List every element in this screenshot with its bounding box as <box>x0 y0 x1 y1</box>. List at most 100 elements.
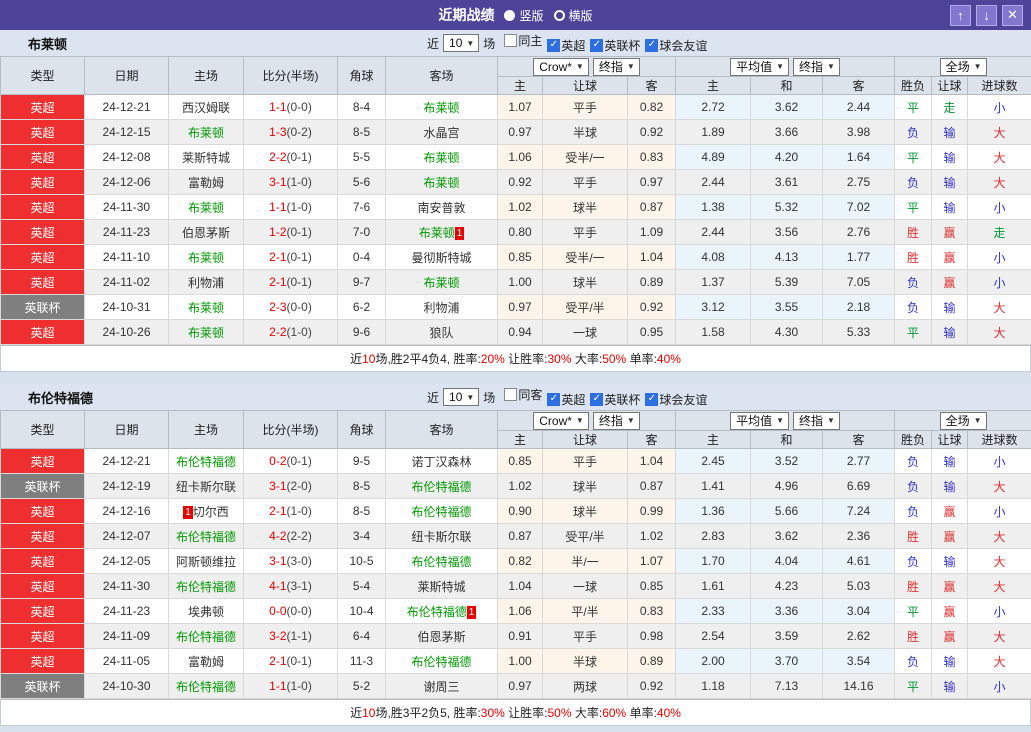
team-name[interactable]: 布伦特福德 <box>411 480 471 494</box>
team-name[interactable]: 布伦特福德 <box>407 605 467 619</box>
match-count-select[interactable]: 10 ▼ <box>443 34 480 52</box>
team-name[interactable]: 阿斯顿维拉 <box>176 555 236 569</box>
match-row[interactable]: 英超 24-11-23 伯恩茅斯 1-2(0-1) 7-0 布莱顿 1 0.80 … <box>0 219 1031 245</box>
match-row[interactable]: 英超 24-10-26 布莱顿 2-2(1-0) 9-6 狼队 0.94 一球 … <box>0 319 1031 345</box>
team-name[interactable]: 布莱顿 <box>423 276 459 290</box>
filter-checkbox-3[interactable]: ✓ 球会友谊 <box>645 391 707 408</box>
team-name[interactable]: 富勒姆 <box>188 176 224 190</box>
average-select[interactable]: 平均值 ▼ <box>730 57 789 76</box>
team-name[interactable]: 布莱顿 <box>419 226 455 240</box>
team-name[interactable]: 利物浦 <box>423 301 459 315</box>
team-name[interactable]: 利物浦 <box>188 276 224 290</box>
home-team[interactable]: 布伦特福德 <box>168 573 244 599</box>
home-team[interactable]: 西汉姆联 <box>168 94 244 120</box>
team-name[interactable]: 布伦特福德 <box>176 580 236 594</box>
home-team[interactable]: 1 切尔西 <box>168 498 244 524</box>
home-team[interactable]: 布莱顿 <box>168 119 244 145</box>
team-name[interactable]: 曼彻斯特城 <box>411 251 471 265</box>
team-name[interactable]: 埃弗顿 <box>188 605 224 619</box>
away-team[interactable]: 布莱顿 <box>385 169 498 195</box>
checkbox-checked-icon[interactable]: ✓ <box>645 392 659 406</box>
home-team[interactable]: 富勒姆 <box>168 169 244 195</box>
away-team[interactable]: 莱斯特城 <box>385 573 498 599</box>
team-name[interactable]: 纽卡斯尔联 <box>176 480 236 494</box>
team-name[interactable]: 布伦特福德 <box>176 455 236 469</box>
team-name[interactable]: 狼队 <box>429 326 453 340</box>
match-row[interactable]: 英超 24-12-05 阿斯顿维拉 3-1(3-0) 10-5 布伦特福德 0.… <box>0 548 1031 574</box>
match-row[interactable]: 英超 24-12-16 1 切尔西 2-1(1-0) 8-5 布伦特福德 0.90… <box>0 498 1031 524</box>
checkbox-checked-icon[interactable]: ✓ <box>547 392 561 406</box>
team-name[interactable]: 布伦特福德 <box>176 530 236 544</box>
filter-checkbox-0[interactable]: 同客 <box>504 386 542 403</box>
filter-checkbox-1[interactable]: ✓ 英超 <box>547 37 585 54</box>
odds-stage-select[interactable]: 终指 ▼ <box>592 411 640 430</box>
away-team[interactable]: 布莱顿 <box>385 269 498 295</box>
move-down-button[interactable]: ↓ <box>976 4 997 26</box>
away-team[interactable]: 南安普敦 <box>385 194 498 220</box>
home-team[interactable]: 富勒姆 <box>168 648 244 674</box>
team-name[interactable]: 伯恩茅斯 <box>417 630 465 644</box>
match-row[interactable]: 英超 24-11-02 利物浦 2-1(0-1) 9-7 布莱顿 1.00 球半… <box>0 269 1031 295</box>
home-team[interactable]: 布莱顿 <box>168 194 244 220</box>
team-name[interactable]: 布莱顿 <box>423 151 459 165</box>
bookmaker-select[interactable]: Crow* ▼ <box>533 411 589 430</box>
team-name[interactable]: 西汉姆联 <box>182 101 230 115</box>
match-row[interactable]: 英超 24-12-06 富勒姆 3-1(1-0) 5-6 布莱顿 0.92 平手… <box>0 169 1031 195</box>
home-team[interactable]: 布伦特福德 <box>168 523 244 549</box>
team-name[interactable]: 布莱顿 <box>188 126 224 140</box>
home-team[interactable]: 伯恩茅斯 <box>168 219 244 245</box>
team-name[interactable]: 诺丁汉森林 <box>411 455 471 469</box>
team-name[interactable]: 南安普敦 <box>417 201 465 215</box>
team-name[interactable]: 伯恩茅斯 <box>182 226 230 240</box>
odds-stage-select[interactable]: 终指 ▼ <box>592 57 640 76</box>
match-row[interactable]: 英超 24-12-15 布莱顿 1-3(0-2) 8-5 水晶宫 0.97 半球… <box>0 119 1031 145</box>
home-team[interactable]: 布伦特福德 <box>168 448 244 474</box>
team-name[interactable]: 布伦特福德 <box>411 505 471 519</box>
close-button[interactable]: ✕ <box>1002 4 1023 26</box>
home-team[interactable]: 布伦特福德 <box>168 623 244 649</box>
match-row[interactable]: 英超 24-11-05 富勒姆 2-1(0-1) 11-3 布伦特福德 1.00… <box>0 648 1031 674</box>
away-team[interactable]: 布伦特福德 <box>385 548 498 574</box>
home-team[interactable]: 埃弗顿 <box>168 598 244 624</box>
match-row[interactable]: 英联杯 24-12-19 纽卡斯尔联 3-1(2-0) 8-5 布伦特福德 1.… <box>0 473 1031 499</box>
checkbox-unchecked-icon[interactable] <box>504 388 518 402</box>
team-name[interactable]: 布伦特福德 <box>176 630 236 644</box>
home-team[interactable]: 利物浦 <box>168 269 244 295</box>
home-team[interactable]: 布莱顿 <box>168 319 244 345</box>
away-team[interactable]: 布伦特福德 <box>385 648 498 674</box>
radio-selected-icon[interactable] <box>504 9 516 21</box>
away-team[interactable]: 布伦特福德 <box>385 473 498 499</box>
team-name[interactable]: 纽卡斯尔联 <box>411 530 471 544</box>
home-team[interactable]: 莱斯特城 <box>168 144 244 170</box>
match-row[interactable]: 英超 24-12-08 莱斯特城 2-2(0-1) 5-5 布莱顿 1.06 受… <box>0 144 1031 170</box>
match-row[interactable]: 英超 24-11-30 布莱顿 1-1(1-0) 7-6 南安普敦 1.02 球… <box>0 194 1031 220</box>
checkbox-checked-icon[interactable]: ✓ <box>590 392 604 406</box>
away-team[interactable]: 布莱顿 1 <box>385 219 498 245</box>
period-select[interactable]: 全场 ▼ <box>939 411 987 430</box>
odds-stage-select[interactable]: 终指 ▼ <box>793 57 840 76</box>
home-team[interactable]: 布莱顿 <box>168 244 244 270</box>
match-row[interactable]: 英联杯 24-10-31 布莱顿 2-3(0-0) 6-2 利物浦 0.97 受… <box>0 294 1031 320</box>
away-team[interactable]: 诺丁汉森林 <box>385 448 498 474</box>
odds-stage-select[interactable]: 终指 ▼ <box>793 411 840 430</box>
away-team[interactable]: 水晶宫 <box>385 119 498 145</box>
layout-option-horizontal[interactable]: 横版 <box>553 7 593 24</box>
home-team[interactable]: 布伦特福德 <box>168 673 244 699</box>
radio-unselected-icon[interactable] <box>553 9 565 21</box>
average-select[interactable]: 平均值 ▼ <box>730 411 789 430</box>
away-team[interactable]: 利物浦 <box>385 294 498 320</box>
move-up-button[interactable]: ↑ <box>950 4 971 26</box>
match-row[interactable]: 英超 24-12-21 西汉姆联 1-1(0-0) 8-4 布莱顿 1.07 平… <box>0 94 1031 120</box>
match-count-select[interactable]: 10 ▼ <box>443 388 480 406</box>
checkbox-checked-icon[interactable]: ✓ <box>547 38 561 52</box>
away-team[interactable]: 曼彻斯特城 <box>385 244 498 270</box>
away-team[interactable]: 布莱顿 <box>385 144 498 170</box>
away-team[interactable]: 伯恩茅斯 <box>385 623 498 649</box>
team-name[interactable]: 布伦特福德 <box>176 680 236 694</box>
filter-checkbox-1[interactable]: ✓ 英超 <box>547 391 585 408</box>
team-name[interactable]: 布莱顿 <box>423 176 459 190</box>
match-row[interactable]: 英超 24-11-10 布莱顿 2-1(0-1) 0-4 曼彻斯特城 0.85 … <box>0 244 1031 270</box>
team-name[interactable]: 布莱顿 <box>423 101 459 115</box>
match-row[interactable]: 英超 24-12-21 布伦特福德 0-2(0-1) 9-5 诺丁汉森林 0.8… <box>0 448 1031 474</box>
team-name[interactable]: 莱斯特城 <box>417 580 465 594</box>
